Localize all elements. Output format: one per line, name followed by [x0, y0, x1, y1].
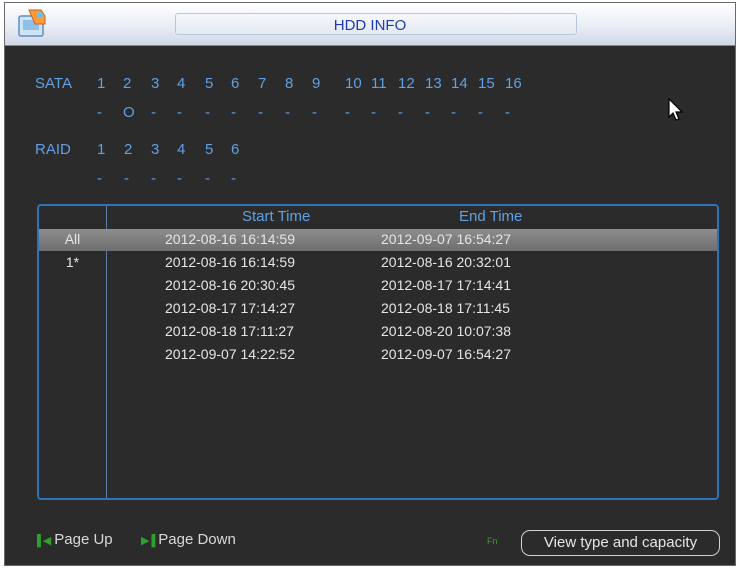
fn-key-label: Fn [487, 536, 498, 546]
sata-status-2: O [123, 104, 135, 121]
row-index[interactable]: All [39, 231, 106, 247]
row-start-time[interactable]: 2012-08-16 16:14:59 [165, 254, 295, 270]
sata-status-6: - [231, 104, 236, 121]
sata-port-13: 13 [425, 75, 442, 92]
sata-port-15: 15 [478, 75, 495, 92]
mouse-cursor-icon [668, 98, 684, 121]
sata-status-11: - [371, 104, 376, 121]
raid-status-4: - [177, 170, 182, 187]
hdd-info-window: HDD INFO SATA 1 2 3 4 5 6 7 8 9 10 11 12 13 14 15 16 -O-… [4, 2, 736, 566]
row-end-time[interactable]: 2012-09-07 16:54:27 [381, 346, 511, 362]
row-end-time[interactable]: 2012-08-16 20:32:01 [381, 254, 511, 270]
sata-status-1: - [97, 104, 102, 121]
sata-port-16: 16 [505, 75, 522, 92]
raid-port-1: 1 [97, 141, 106, 158]
row-start-time[interactable]: 2012-08-17 17:14:27 [165, 300, 295, 316]
sata-status-16: - [505, 104, 510, 121]
sata-port-1: 1 [97, 75, 106, 92]
raid-port-2: 2 [124, 141, 133, 158]
raid-status-2: - [124, 170, 129, 187]
row-end-time[interactable]: 2012-08-17 17:14:41 [381, 277, 511, 293]
sata-port-8: 8 [285, 75, 294, 92]
sata-status-10: - [345, 104, 350, 121]
sata-port-5: 5 [205, 75, 214, 92]
raid-status-1: - [97, 170, 102, 187]
raid-port-3: 3 [151, 141, 160, 158]
selected-row-highlight [39, 229, 717, 251]
sata-status-4: - [177, 104, 182, 121]
start-time-header: Start Time [242, 208, 311, 225]
sata-port-7: 7 [258, 75, 267, 92]
sata-status-9: - [312, 104, 317, 121]
row-start-time[interactable]: 2012-08-16 20:30:45 [165, 277, 295, 293]
row-start-time[interactable]: 2012-08-18 17:11:27 [165, 323, 294, 339]
page-down-button[interactable]: ▶▐ Page Down [141, 531, 236, 548]
sata-port-2: 2 [123, 75, 132, 92]
sata-status-13: - [425, 104, 430, 121]
page-up-button[interactable]: ▌◀ Page Up [37, 531, 113, 548]
end-time-header: End Time [459, 208, 523, 225]
page-up-label: Page Up [54, 531, 113, 548]
page-down-icon: ▶▐ [141, 535, 155, 547]
sata-status-5: - [205, 104, 210, 121]
row-start-time[interactable]: 2012-09-07 14:22:52 [165, 346, 295, 362]
sata-port-12: 12 [398, 75, 415, 92]
sata-port-4: 4 [177, 75, 186, 92]
sata-port-3: 3 [151, 75, 160, 92]
view-type-capacity-button[interactable]: View type and capacity [521, 530, 720, 556]
sata-status-14: - [451, 104, 456, 121]
row-index[interactable]: 1* [39, 254, 106, 270]
raid-status-6: - [231, 170, 236, 187]
sata-port-11: 11 [371, 75, 387, 92]
sata-port-9: 9 [312, 75, 321, 92]
sata-status-7: - [258, 104, 263, 121]
row-end-time[interactable]: 2012-09-07 16:54:27 [381, 231, 511, 247]
sata-status-3: - [151, 104, 156, 121]
raid-label: RAID [35, 141, 71, 158]
row-end-time[interactable]: 2012-08-18 17:11:45 [381, 300, 510, 316]
sata-status-12: - [398, 104, 403, 121]
record-time-list[interactable]: Start Time End Time All 2012-08-16 16:14:… [37, 204, 719, 500]
sata-port-10: 10 [345, 75, 362, 92]
raid-port-4: 4 [177, 141, 186, 158]
sata-port-14: 14 [451, 75, 468, 92]
page-up-icon: ▌◀ [37, 535, 51, 547]
sata-status-15: - [478, 104, 483, 121]
row-end-time[interactable]: 2012-08-20 10:07:38 [381, 323, 511, 339]
page-down-label: Page Down [158, 531, 236, 548]
raid-status-3: - [151, 170, 156, 187]
raid-port-5: 5 [205, 141, 214, 158]
sata-status-8: - [285, 104, 290, 121]
sata-port-6: 6 [231, 75, 240, 92]
sata-label: SATA [35, 75, 72, 92]
window-title: HDD INFO [333, 17, 407, 34]
raid-port-6: 6 [231, 141, 240, 158]
raid-status-5: - [205, 170, 210, 187]
title-bar: HDD INFO [5, 3, 735, 46]
row-start-time[interactable]: 2012-08-16 16:14:59 [165, 231, 295, 247]
